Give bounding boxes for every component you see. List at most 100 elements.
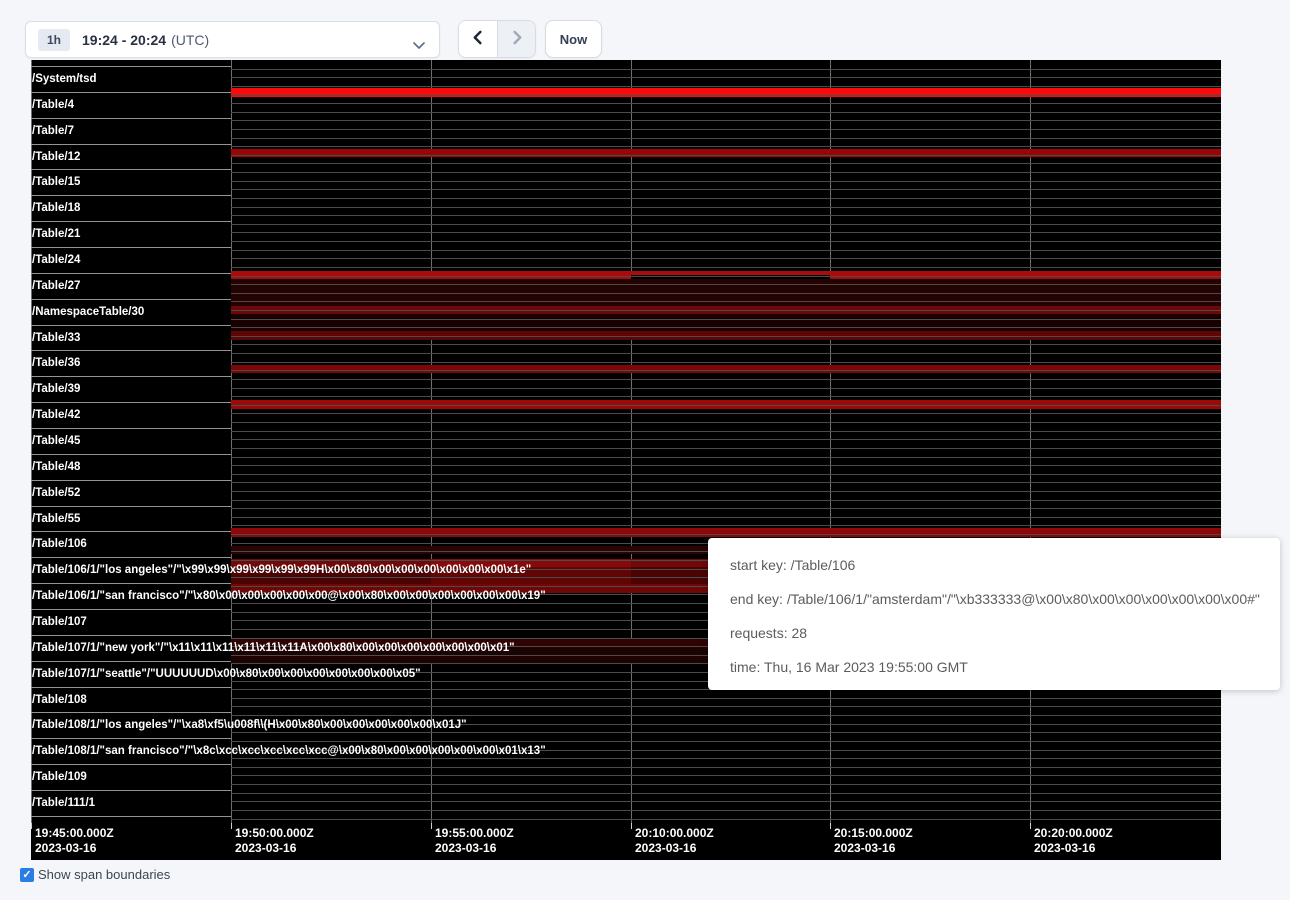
key-visualizer-page: 1h 19:24 - 20:24 (UTC) Now /System/tsd/T… <box>0 0 1290 900</box>
range-timezone: (UTC) <box>171 32 209 48</box>
span-boundary-line <box>231 706 1221 707</box>
span-label-line <box>31 531 231 532</box>
span-label-line <box>31 402 231 403</box>
show-span-boundaries-checkbox[interactable]: ✓ <box>20 868 34 882</box>
span-label: /Table/15 <box>32 176 80 188</box>
span-label: /Table/12 <box>32 151 80 163</box>
hover-tooltip: start key: /Table/106 end key: /Table/10… <box>708 538 1280 690</box>
time-axis-tick <box>231 823 232 829</box>
span-boundary-line <box>231 77 1221 78</box>
time-gridline <box>231 60 232 823</box>
span-label-line <box>31 790 231 791</box>
span-boundary-line <box>231 276 1221 277</box>
span-label: /Table/24 <box>32 254 80 266</box>
span-boundary-line <box>231 327 1221 328</box>
span-label-line <box>31 480 231 481</box>
span-boundary-line <box>231 232 1221 233</box>
span-label-line <box>31 583 231 584</box>
span-label: /Table/108 <box>32 694 87 706</box>
span-label-line <box>31 169 231 170</box>
span-boundary-line <box>231 258 1221 259</box>
span-label: /Table/33 <box>32 332 80 344</box>
chevron-down-icon <box>413 37 425 55</box>
span-boundary-line <box>231 198 1221 199</box>
span-boundary-line <box>231 120 1221 121</box>
span-label: /NamespaceTable/30 <box>32 306 144 318</box>
span-label-line <box>31 661 231 662</box>
span-boundary-line <box>231 431 1221 432</box>
span-boundary-line <box>231 801 1221 802</box>
span-boundary-line <box>231 439 1221 440</box>
span-label-line <box>31 221 231 222</box>
span-boundary-line <box>231 224 1221 225</box>
span-label-line <box>31 273 231 274</box>
span-boundary-line <box>231 86 1221 87</box>
span-label-line <box>31 712 231 713</box>
span-boundary-line <box>231 474 1221 475</box>
span-boundary-line <box>231 293 1221 294</box>
footer-controls: ✓ Show span boundaries <box>20 867 170 882</box>
span-label: /Table/27 <box>32 280 80 292</box>
span-boundary-line <box>231 146 1221 147</box>
span-boundary-line <box>231 129 1221 130</box>
span-label: /Table/107/1/"seattle"/"UUUUUUD\x00\x80\… <box>32 668 421 680</box>
range-duration-badge: 1h <box>38 29 70 51</box>
next-time-button[interactable] <box>497 21 535 57</box>
span-boundary-line <box>231 362 1221 363</box>
span-boundary-line <box>231 163 1221 164</box>
tooltip-start-key: start key: /Table/106 <box>730 555 1280 576</box>
span-label: /Table/36 <box>32 357 80 369</box>
span-label-line <box>31 325 231 326</box>
time-axis-tick <box>431 823 432 829</box>
span-boundary-line <box>231 69 1221 70</box>
time-range-select[interactable]: 1h 19:24 - 20:24 (UTC) <box>25 21 440 58</box>
span-boundary-line <box>231 491 1221 492</box>
span-boundary-line <box>231 508 1221 509</box>
span-label: /Table/52 <box>32 487 80 499</box>
span-boundary-line <box>231 155 1221 156</box>
show-span-boundaries-label[interactable]: Show span boundaries <box>38 867 170 882</box>
span-boundary-line <box>231 732 1221 733</box>
time-gridline <box>1030 60 1031 823</box>
heat-band <box>231 528 1221 537</box>
heatmap-canvas[interactable]: /System/tsd/Table/4/Table/7/Table/12/Tab… <box>31 60 1221 860</box>
now-button[interactable]: Now <box>545 20 602 58</box>
chevron-right-icon <box>509 30 524 48</box>
span-boundary-line <box>231 465 1221 466</box>
time-axis-label: 20:20:00.000Z2023-03-16 <box>1034 826 1113 856</box>
span-label: /Table/55 <box>32 513 80 525</box>
prev-time-button[interactable] <box>459 21 497 57</box>
span-label-line <box>31 299 231 300</box>
span-label-line <box>31 557 231 558</box>
span-boundary-line <box>231 525 1221 526</box>
span-label: /Table/111/1 <box>32 797 95 809</box>
time-gridline <box>631 60 632 823</box>
span-label-line <box>31 247 231 248</box>
heat-band <box>231 365 1221 374</box>
span-boundary-line <box>231 138 1221 139</box>
span-boundary-line <box>231 405 1221 406</box>
time-nav-group <box>458 20 536 58</box>
span-boundary-line <box>231 95 1221 96</box>
span-boundary-line <box>231 482 1221 483</box>
tooltip-end-key: end key: /Table/106/1/"amsterdam"/"\xb33… <box>730 589 1280 610</box>
span-boundary-line <box>231 767 1221 768</box>
span-label-line <box>31 454 231 455</box>
span-label: /Table/42 <box>32 409 80 421</box>
time-axis-tick <box>31 823 32 829</box>
span-label: /Table/45 <box>32 435 80 447</box>
span-label: /Table/21 <box>32 228 80 240</box>
time-gridline <box>431 60 432 823</box>
span-boundary-line <box>231 698 1221 699</box>
span-label-line <box>31 350 231 351</box>
span-label: /System/tsd <box>32 73 97 85</box>
chevron-left-icon <box>471 30 486 48</box>
span-label-line <box>31 609 231 610</box>
span-label: /Table/106/1/"los angeles"/"\x99\x99\x99… <box>32 564 531 576</box>
span-boundary-line <box>231 103 1221 104</box>
span-boundary-line <box>231 784 1221 785</box>
span-boundary-line <box>231 319 1221 320</box>
span-boundary-line <box>231 267 1221 268</box>
span-boundary-line <box>231 284 1221 285</box>
span-label-line <box>31 687 231 688</box>
